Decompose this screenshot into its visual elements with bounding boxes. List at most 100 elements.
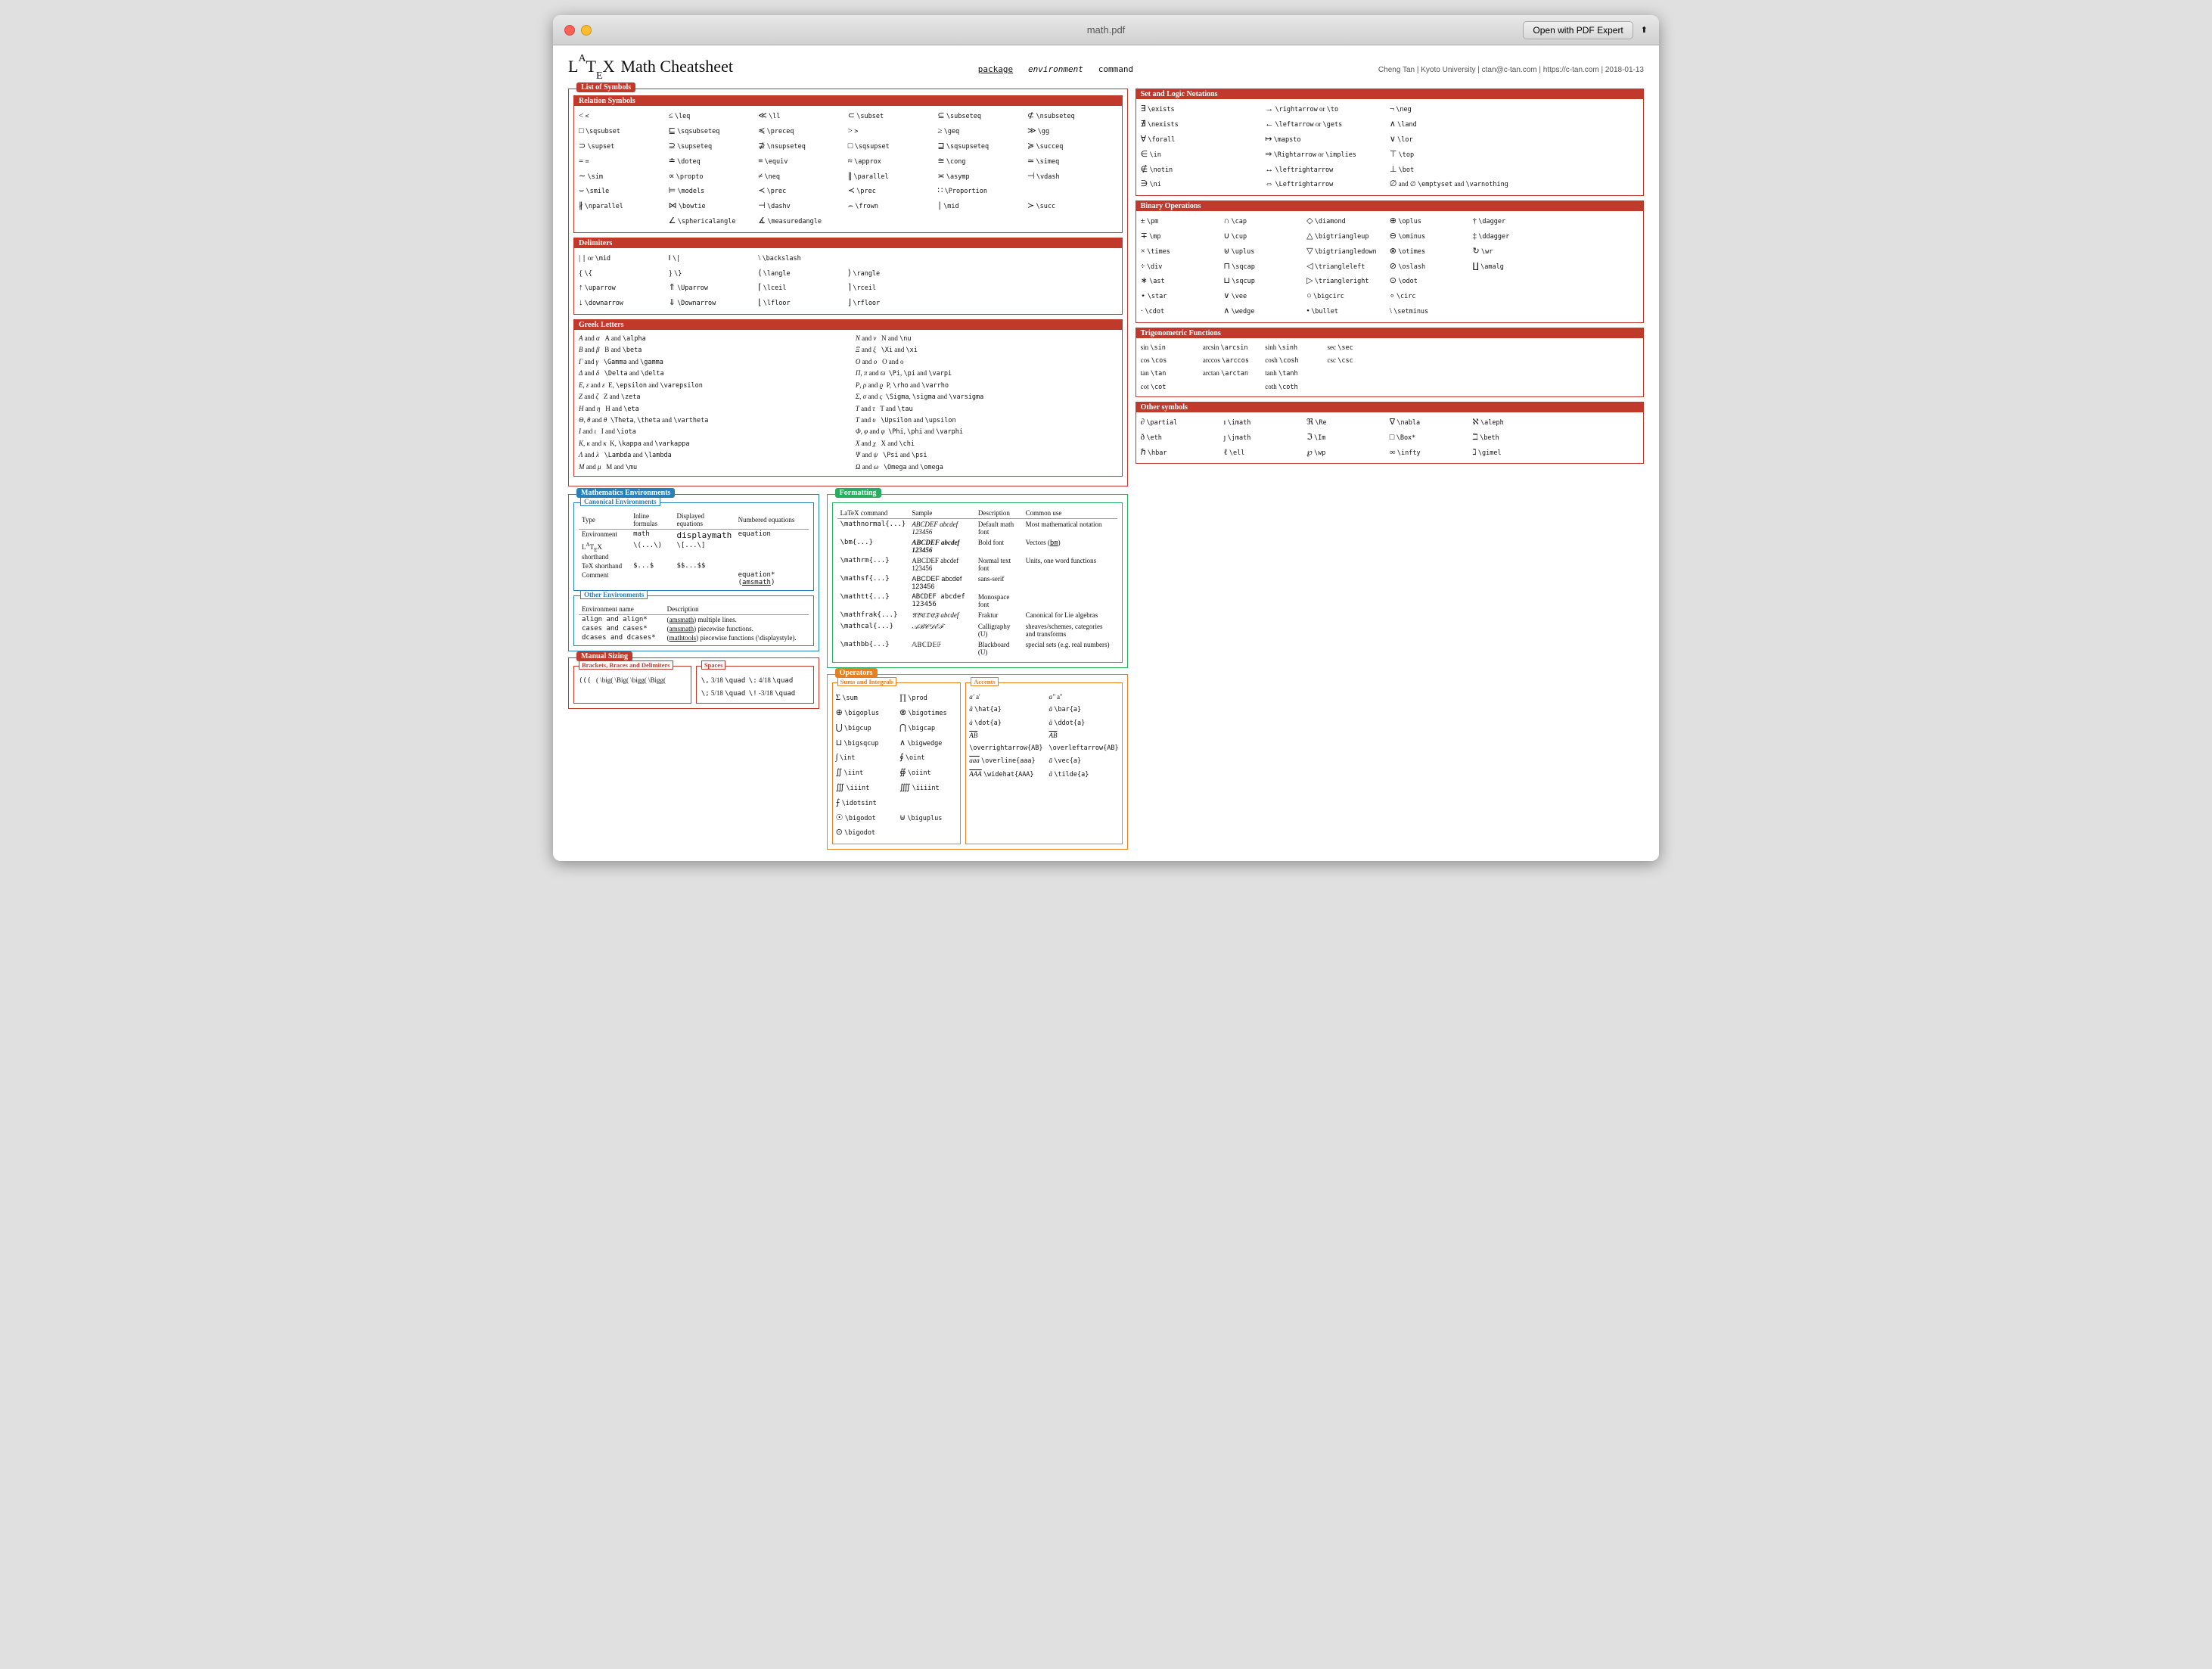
bin-cell: ∨ \vee (1223, 289, 1306, 304)
oth-cell: □ \Box* (1390, 430, 1473, 446)
rel-sym-cell: ⊉ \nsupseteq (758, 139, 848, 154)
close-button[interactable] (564, 25, 575, 36)
open-button[interactable]: Open with PDF Expert (1523, 21, 1633, 39)
rel-sym-cell: ⊒ \sqsupseteq (937, 139, 1027, 154)
brackets-label: Brackets, Braces and Delimiters (579, 660, 673, 670)
set-cell: ∨ \lor (1390, 132, 1515, 148)
sums-integrals-label: Sums and Integrals (837, 677, 896, 686)
can-row-tex-display: $$...$$ (673, 561, 735, 570)
other-env-box: Other Environments Environment name Desc… (573, 595, 814, 646)
trig-cell: sinh \sinh (1265, 341, 1327, 354)
sum-cell: ∬ \iint (836, 766, 893, 781)
oth-cell: ℷ \gimel (1473, 446, 1556, 461)
main-layout: List of Symbols Relation Symbols < < ≤ \… (568, 89, 1644, 850)
other-symbols-header: Other symbols (1136, 402, 1643, 412)
sum-cell: ⊕ \bigoplus (836, 706, 893, 721)
rel-sym-cell: < < (579, 109, 669, 124)
delimiters-grid: | | or \mid ‖ \| \ \backslash { \{ } \} … (579, 251, 1117, 311)
rel-sym-cell: ∣ \mid (937, 199, 1027, 214)
trig-cell: csc \csc (1328, 354, 1390, 367)
latex-logo: LATEX (568, 57, 614, 79)
can-row-equation: equation (735, 530, 809, 542)
delim-cell: ⇑ \Uparrow (669, 281, 759, 296)
greek-cell: A and α A and \alpha (579, 333, 840, 344)
delim-cell (937, 296, 1027, 311)
canonical-label: Canonical Environments (580, 497, 660, 506)
math-environments-section: Mathematics Environments Canonical Envir… (568, 494, 819, 651)
rel-sym-cell: ∥ \parallel (848, 169, 938, 185)
trig-cell: cot \cot (1141, 381, 1203, 393)
oth-cell: ℜ \Re (1306, 415, 1390, 430)
trig-cell (1390, 354, 1452, 367)
relation-symbols-header: Relation Symbols (574, 96, 1122, 106)
sum-cell: ∯ \oiint (899, 766, 957, 781)
delim-cell: ‖ \| (669, 251, 759, 266)
acc-cell: ȧ \dot{a} (969, 716, 1042, 729)
bin-cell: ‡ \ddagger (1473, 229, 1556, 244)
acc-cell: ã \tilde{a} (1049, 768, 1119, 781)
greek-cell: H and η H and \eta (579, 403, 840, 415)
delim-cell (848, 251, 938, 266)
set-logic-content: ∃ \exists → \rightarrow or \to ¬ \neg ∄ … (1136, 99, 1643, 195)
env-col-desc: Description (664, 604, 809, 615)
space-row1: \, 3/18 \quad \: 4/18 \quad (701, 674, 809, 687)
spaces-content: \, 3/18 \quad \: 4/18 \quad \; 5/18 \qua… (701, 674, 809, 700)
set-cell (1514, 163, 1639, 178)
greek-letters-header: Greek Letters (574, 320, 1122, 330)
trig-cell (1328, 381, 1390, 393)
rel-sym-cell: ⌢ \frown (848, 199, 938, 214)
formatting-section: Formatting LaTeX command Sample Descript… (827, 494, 1128, 668)
rel-sym-cell: ∡ \measuredangle (758, 214, 848, 229)
trig-cell (1514, 381, 1576, 393)
trig-cell (1514, 367, 1576, 380)
env-align: align and align* (579, 615, 664, 625)
oth-cell: ∞ \infty (1390, 446, 1473, 461)
oth-cell: ȷ \jmath (1223, 430, 1306, 446)
rel-sym-cell: ≥ \geq (937, 124, 1027, 139)
fonts-col-use: Common use (1023, 508, 1117, 519)
greek-cell: K, κ and κ K, \kappa and \varkappa (579, 438, 840, 449)
rel-sym-cell: □ \sqsupset (848, 139, 938, 154)
trig-cell (1328, 367, 1390, 380)
rel-sym-cell: ≪ \ll (758, 109, 848, 124)
list-of-symbols-label: List of Symbols (576, 82, 635, 92)
other-env-table: Environment name Description align and a… (579, 604, 809, 642)
greek-cell: Φ, φ and φ \Phi, \phi and \varphi (856, 426, 1117, 437)
accents-label: Accents (971, 677, 998, 686)
other-env-label: Other Environments (580, 590, 648, 599)
trig-cell: cosh \cosh (1265, 354, 1327, 367)
oth-cell: ℓ \ell (1223, 446, 1306, 461)
bin-cell: \ \setminus (1390, 304, 1473, 319)
share-icon: ⬆ (1641, 25, 1648, 35)
delim-cell: { \{ (579, 266, 669, 281)
set-cell: ↦ \mapsto (1265, 132, 1390, 148)
delim-cell: ⇓ \Downarrow (669, 296, 759, 311)
trig-cell (1390, 381, 1452, 393)
canonical-table: Type Inline formulas Displayed equations… (579, 511, 809, 587)
other-sym-grid: ∂ \partial ı \imath ℜ \Re ∇ \nabla ℵ \al… (1141, 415, 1639, 460)
canonical-content: Type Inline formulas Displayed equations… (574, 503, 813, 590)
other-symbols-content: ∂ \partial ı \imath ℜ \Re ∇ \nabla ℵ \al… (1136, 412, 1643, 463)
bin-cell (1473, 289, 1556, 304)
delimiters-section: Delimiters | | or \mid ‖ \| \ \backslash… (573, 238, 1123, 315)
rel-sym-cell (579, 214, 669, 229)
delim-cell: ⌋ \rfloor (848, 296, 938, 311)
delimiters-content: | | or \mid ‖ \| \ \backslash { \{ } \} … (574, 248, 1122, 314)
sum-cell: Σ \sum (836, 691, 893, 706)
delim-cell (1027, 266, 1117, 281)
trig-cell: arctan \arctan (1203, 367, 1265, 380)
sum-cell: ⊙ \bigodot (836, 825, 893, 841)
minimize-button[interactable] (581, 25, 592, 36)
trig-cell (1577, 381, 1639, 393)
brackets-content: ((( ( \big( \Big( \bigg( \Bigg( (579, 674, 686, 687)
greek-cell: N and ν N and \nu (856, 333, 1117, 344)
font-mathsf-sample: ABCDEF abcdef 123456 (909, 573, 975, 592)
brackets-box: Brackets, Braces and Delimiters ((( ( \b… (573, 666, 691, 704)
left-bottom: Mathematics Environments Canonical Envir… (568, 494, 819, 850)
set-cell (1514, 117, 1639, 132)
set-cell: ∄ \nexists (1141, 117, 1266, 132)
can-col-numbered: Numbered equations (735, 511, 809, 530)
greek-cell: T and υ \Upsilon and \upsilon (856, 415, 1117, 426)
fonts-col-sample: Sample (909, 508, 975, 519)
rel-sym-cell: ⊨ \models (669, 184, 759, 199)
